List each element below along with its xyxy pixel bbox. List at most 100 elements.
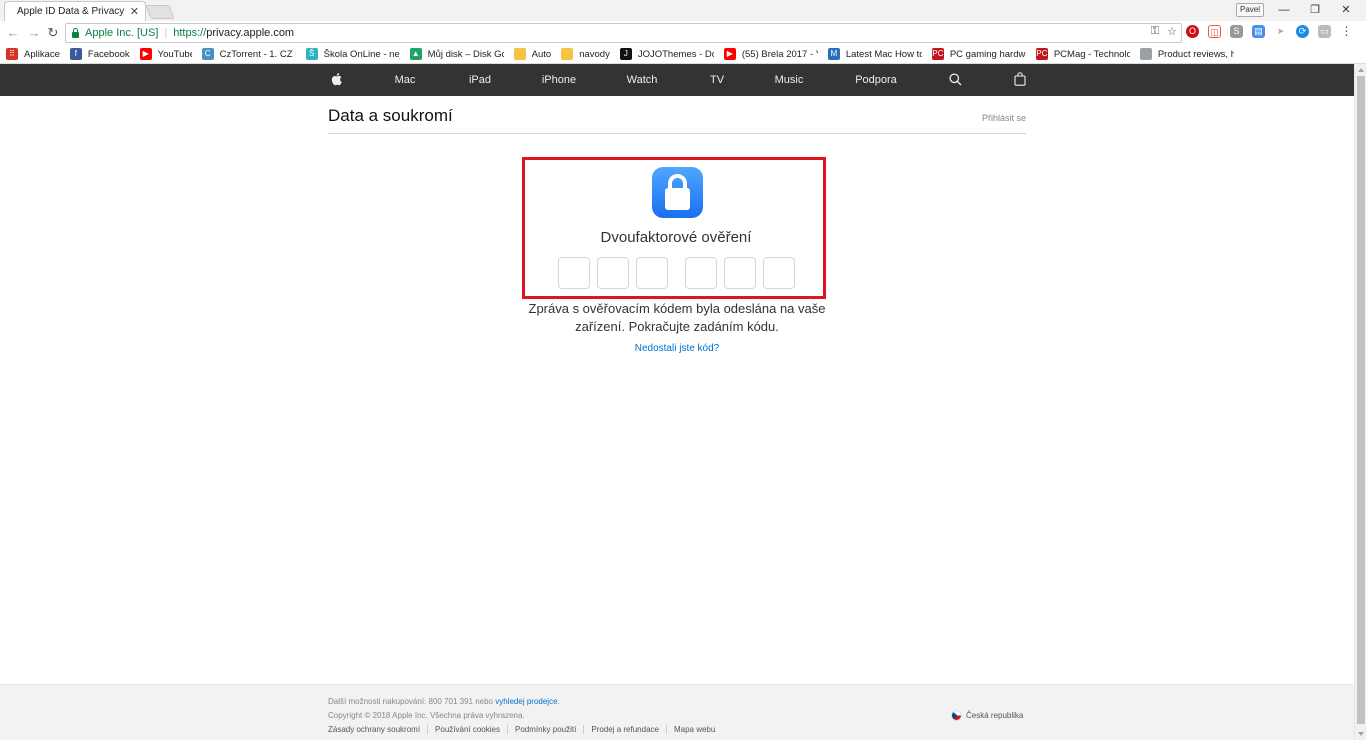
bookmark-label: Auto [531, 48, 552, 60]
search-icon[interactable] [949, 73, 962, 86]
back-arrow-icon[interactable]: ← [5, 25, 21, 41]
page-scrollbar[interactable] [1354, 64, 1366, 740]
footer-link-privacy[interactable]: Zásady ochrany soukromí [328, 725, 427, 734]
verification-title: Dvoufaktorové ověření [600, 229, 752, 246]
browser-titlebar: Apple ID Data & Privacy ✕ Pavel — ❐ ✕ [0, 0, 1366, 21]
code-digit-4-input[interactable] [685, 257, 717, 289]
nav-podpora[interactable]: Podpora [855, 64, 897, 96]
bookmark-label: Škola OnLine - nejro [323, 48, 400, 60]
opera-extension-icon[interactable]: O [1186, 25, 1199, 38]
scroll-down-icon[interactable] [1358, 732, 1364, 736]
tab-close-icon[interactable]: ✕ [130, 5, 139, 18]
bookmark-label: YouTube [157, 48, 192, 60]
bookmark-star-icon[interactable]: ☆ [1167, 25, 1177, 38]
jojothemes-icon: J [619, 48, 632, 60]
pdf-extension-icon[interactable]: ◫ [1208, 25, 1221, 38]
bookmark-item[interactable]: PC PC gaming hardware [931, 48, 1026, 60]
close-window-icon[interactable]: ✕ [1338, 2, 1354, 18]
nav-ipad[interactable]: iPad [469, 64, 491, 96]
signin-link[interactable]: Přihlásit se [982, 113, 1026, 123]
footer-shopping-text: Další možnosti nakupování: 800 701 391 n… [328, 697, 494, 706]
restore-window-icon[interactable]: ❐ [1307, 2, 1323, 18]
browser-toolbar: ← → ↻ Apple Inc. [US] | https:// privacy… [0, 21, 1366, 45]
facebook-icon: f [69, 48, 82, 60]
youtube-icon: ▶ [139, 48, 152, 60]
url-scheme: https:// [173, 27, 207, 39]
code-digit-1-input[interactable] [558, 257, 590, 289]
apple-logo-icon[interactable] [331, 72, 342, 86]
bookmark-item[interactable]: M Latest Mac How to - [827, 48, 922, 60]
bookmark-item[interactable]: ▶ (55) Brela 2017 - You [723, 48, 818, 60]
czech-flag-icon [951, 710, 962, 721]
nav-music[interactable]: Music [775, 64, 804, 96]
nav-tv[interactable]: TV [710, 64, 724, 96]
footer-link-sales[interactable]: Prodej a refundace [583, 725, 666, 734]
pcgamer-icon: PC [931, 48, 944, 60]
footer-link-sitemap[interactable]: Mapa webu [665, 725, 722, 734]
bookmark-label: Můj disk – Disk Goo [427, 48, 504, 60]
bookmark-item[interactable]: Auto [513, 48, 552, 60]
profile-button[interactable]: Pavel [1236, 3, 1265, 17]
folder-icon [561, 48, 574, 60]
shopping-bag-icon[interactable] [1014, 72, 1026, 86]
region-label: Česká republika [966, 711, 1024, 720]
google-drive-icon: ▲ [409, 48, 422, 60]
skype-extension-icon[interactable]: S [1230, 25, 1243, 38]
code-digit-2-input[interactable] [597, 257, 629, 289]
find-reseller-link[interactable]: vyhledej prodejce [495, 697, 557, 706]
nav-watch[interactable]: Watch [627, 64, 658, 96]
url-separator: | [164, 27, 168, 39]
page-title: Data a soukromí [328, 106, 453, 125]
nav-mac[interactable]: Mac [395, 64, 416, 96]
url-host: privacy.apple.com [206, 27, 295, 39]
bookmark-label: navody [579, 48, 610, 60]
bookmarks-bar: ⠿ Aplikace f Facebook ▶ YouTube C CzTorrent - 1… [0, 45, 1366, 64]
bookmark-item[interactable]: C CzTorrent - 1. CZ Fre [201, 48, 296, 60]
footer-link-cookies[interactable]: Používání cookies [427, 725, 507, 734]
footer-copyright: Copyright © 2018 Apple Inc. Všechna práv… [328, 711, 525, 720]
browser-tab[interactable]: Apple ID Data & Privacy ✕ [4, 1, 146, 21]
secure-lock-icon [72, 27, 79, 38]
bookmark-item[interactable]: f Facebook [69, 48, 130, 60]
address-bar[interactable]: Apple Inc. [US] | https:// privacy.apple… [65, 23, 1182, 43]
scroll-up-icon[interactable] [1358, 68, 1364, 72]
forward-arrow-icon[interactable]: → [26, 25, 42, 41]
bookmark-item[interactable]: ⠿ Aplikace [6, 48, 60, 60]
m-logo-icon: M [827, 48, 840, 60]
code-digit-3-input[interactable] [636, 257, 668, 289]
footer-link-terms[interactable]: Podmínky použití [506, 725, 583, 734]
send-extension-icon[interactable]: ➤ [1274, 25, 1287, 38]
bookmark-item[interactable]: navody [561, 48, 610, 60]
bookmark-item[interactable]: PC PCMag - Technology [1035, 48, 1130, 60]
two-factor-lock-icon [652, 167, 703, 218]
apple-global-nav: Mac iPad iPhone Watch TV Music Podpora [0, 64, 1354, 96]
cast-extension-icon[interactable]: ▭ [1318, 25, 1331, 38]
scrollbar-thumb[interactable] [1357, 76, 1365, 724]
key-icon[interactable]: ⚿ [1151, 25, 1159, 38]
bookmark-label: Latest Mac How to - [845, 48, 922, 60]
skola-online-icon: Š [305, 48, 318, 60]
translate-extension-icon[interactable]: ▤ [1252, 25, 1265, 38]
reload-icon[interactable]: ↻ [45, 25, 61, 41]
bookmark-item[interactable]: Š Škola OnLine - nejro [305, 48, 400, 60]
bookmark-label: JOJOThemes - Down [637, 48, 714, 60]
code-digit-5-input[interactable] [724, 257, 756, 289]
bookmark-item[interactable]: Product reviews, hov [1139, 48, 1234, 60]
bookmark-item[interactable]: ▲ Můj disk – Disk Goo [409, 48, 504, 60]
region-selector[interactable]: Česká republika [951, 710, 1023, 721]
bookmark-label: Facebook [87, 48, 130, 60]
pcmag-icon: PC [1035, 48, 1048, 60]
bookmark-item[interactable]: ▶ YouTube [139, 48, 192, 60]
nav-iphone[interactable]: iPhone [542, 64, 576, 96]
new-tab-button[interactable] [145, 5, 175, 19]
bookmark-label: Aplikace [24, 48, 60, 60]
bookmark-item[interactable]: J JOJOThemes - Down [619, 48, 714, 60]
minimize-window-icon[interactable]: — [1276, 2, 1292, 18]
resend-code-link[interactable]: Nedostali jste kód? [526, 343, 828, 354]
chrome-menu-icon[interactable]: ⋮ [1340, 25, 1353, 38]
cztorrent-icon: C [201, 48, 214, 60]
sync-extension-icon[interactable]: ⟳ [1296, 25, 1309, 38]
code-digit-6-input[interactable] [763, 257, 795, 289]
bookmark-label: PC gaming hardware [949, 48, 1026, 60]
bookmark-label: (55) Brela 2017 - You [741, 48, 818, 60]
